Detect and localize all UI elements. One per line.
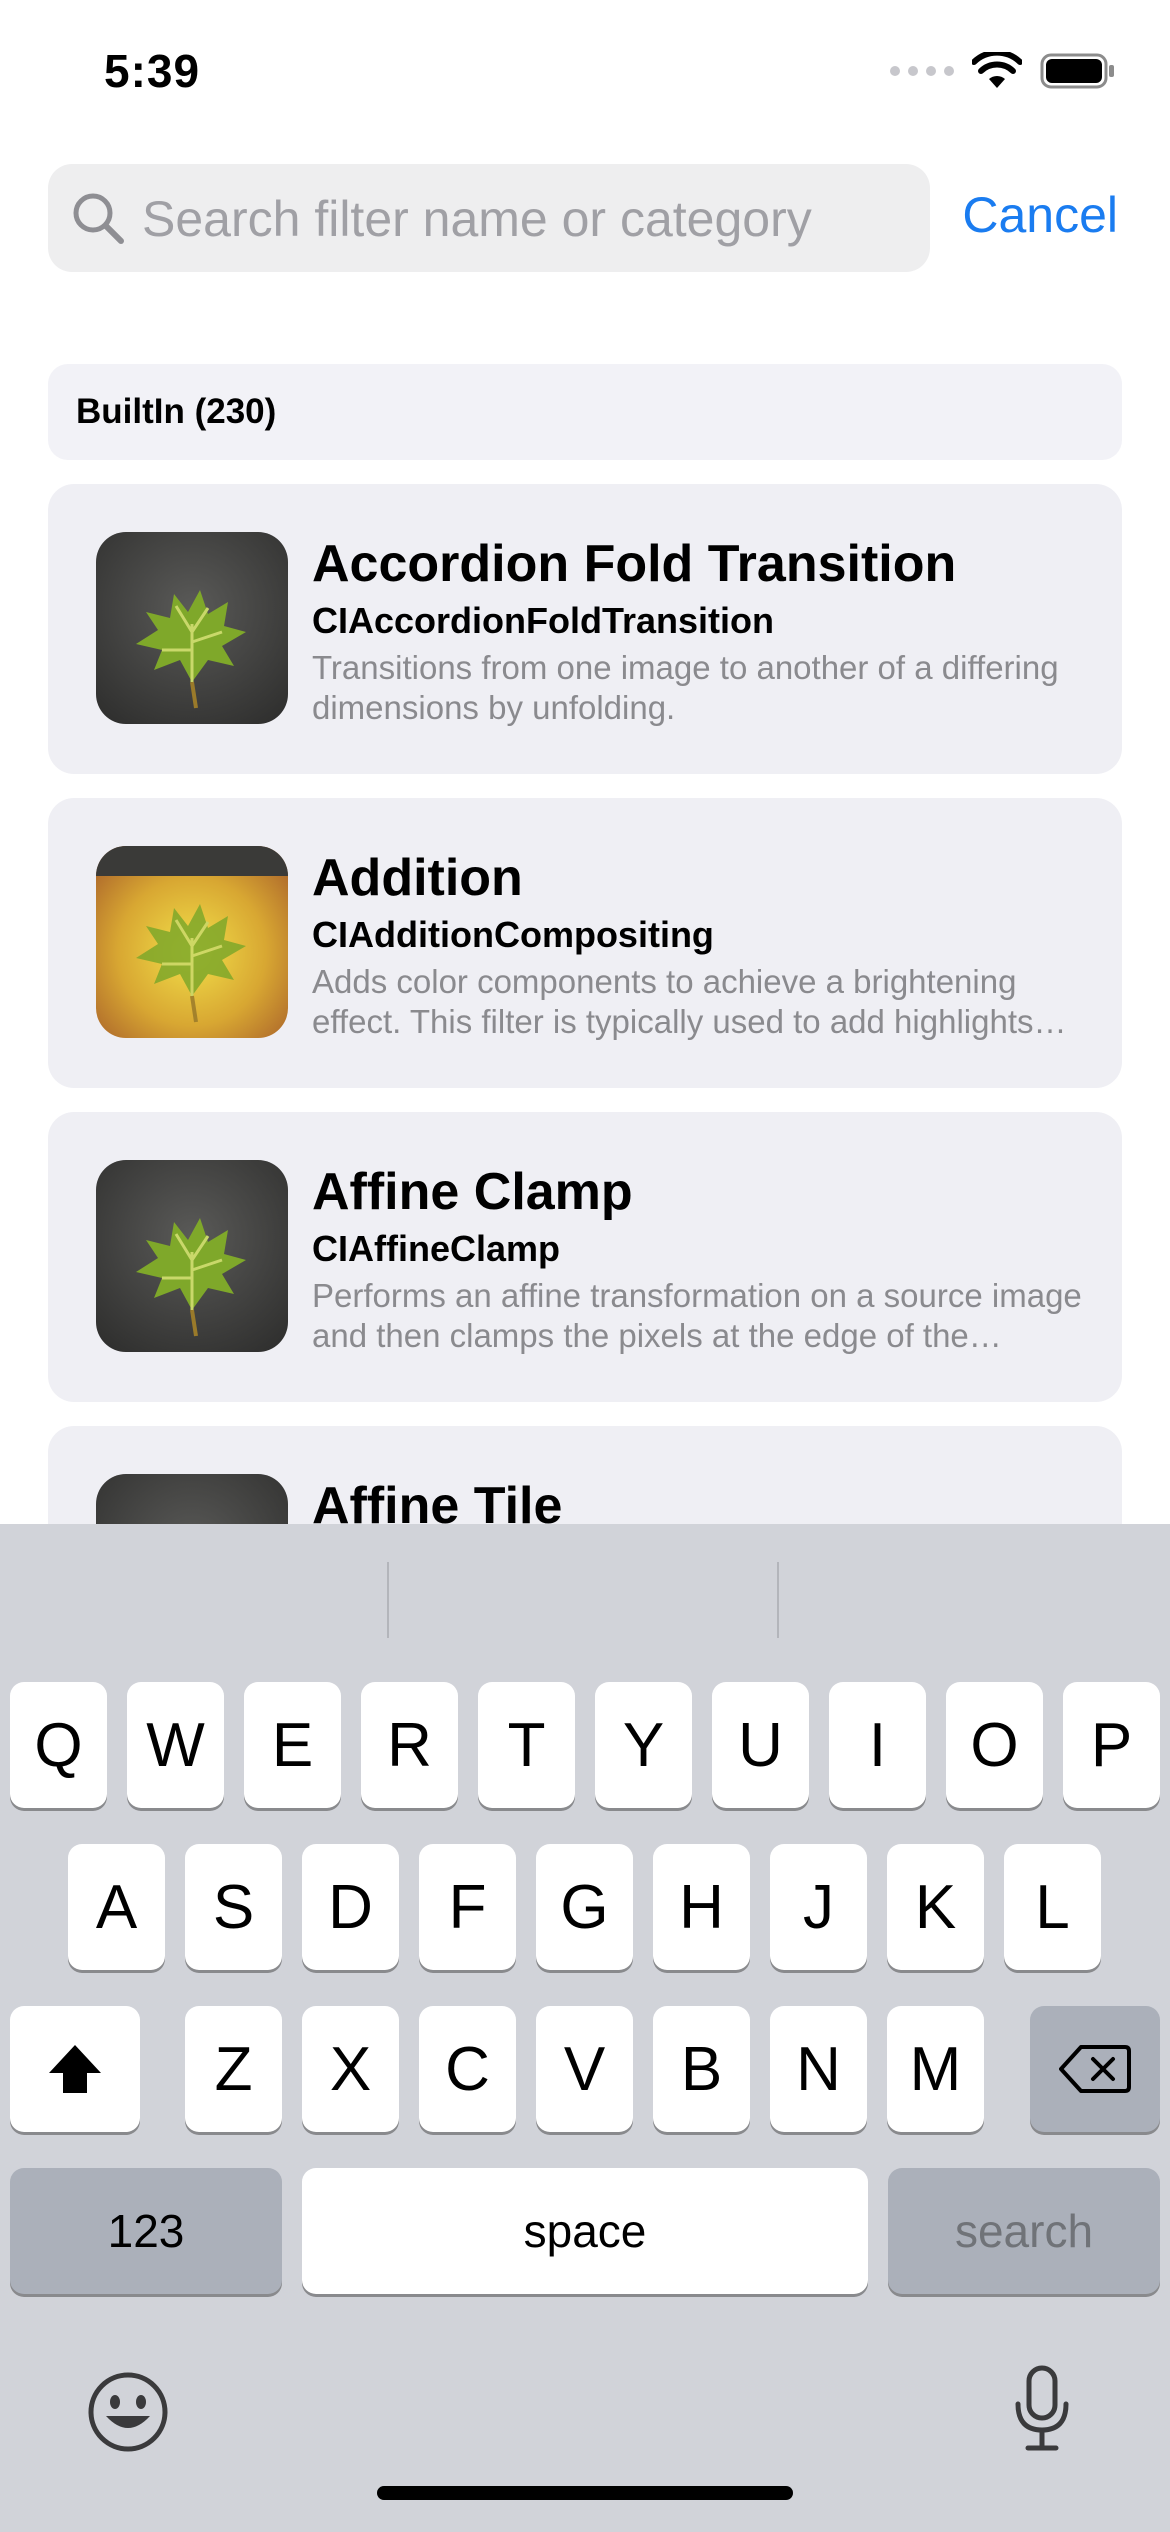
- key-n[interactable]: N: [770, 2006, 867, 2132]
- search-input[interactable]: [140, 164, 904, 274]
- delete-icon: [1059, 2045, 1131, 2093]
- key-e[interactable]: E: [244, 1682, 341, 1808]
- cancel-button[interactable]: Cancel: [962, 186, 1118, 244]
- suggestion-divider: [777, 1562, 779, 1638]
- filter-thumbnail: [96, 1160, 288, 1352]
- filter-name: Affine Clamp: [312, 1163, 633, 1221]
- filter-name: Affine Tile: [312, 1477, 563, 1524]
- filter-name: Accordion Fold Transition: [312, 535, 957, 593]
- filter-card[interactable]: Affine Clamp CIAffineClamp Performs an a…: [48, 1112, 1122, 1402]
- status-time: 5:39: [104, 45, 201, 97]
- keyboard: Q W E R T Y U I O P A S D F G H J K L Z …: [0, 1524, 1170, 2532]
- filter-class-name: CIAdditionCompositing: [312, 914, 714, 955]
- filter-thumbnail: [96, 1474, 288, 1524]
- key-r[interactable]: R: [361, 1682, 458, 1808]
- wifi-icon: [972, 52, 1022, 88]
- key-w[interactable]: W: [127, 1682, 224, 1808]
- battery-icon: [1040, 53, 1114, 89]
- filter-thumbnail: [96, 846, 288, 1038]
- key-f[interactable]: F: [419, 1844, 516, 1970]
- filter-card[interactable]: Affine Tile: [48, 1426, 1122, 1524]
- key-o[interactable]: O: [946, 1682, 1043, 1808]
- key-v[interactable]: V: [536, 2006, 633, 2132]
- filter-class-name: CIAccordionFoldTransition: [312, 600, 775, 641]
- status-icons: [890, 52, 1116, 90]
- key-i[interactable]: I: [829, 1682, 926, 1808]
- filter-description: Transitions from one image to another of…: [312, 649, 1059, 726]
- key-h[interactable]: H: [653, 1844, 750, 1970]
- emoji-icon[interactable]: [86, 2370, 170, 2454]
- microphone-icon[interactable]: [1012, 2364, 1072, 2454]
- delete-key[interactable]: [1030, 2006, 1160, 2132]
- key-z[interactable]: Z: [185, 2006, 282, 2132]
- cellular-signal-icon: [890, 66, 954, 76]
- key-p[interactable]: P: [1063, 1682, 1160, 1808]
- filter-name: Addition: [312, 849, 523, 907]
- key-x[interactable]: X: [302, 2006, 399, 2132]
- filter-card[interactable]: Addition CIAdditionCompositing Adds colo…: [48, 798, 1122, 1088]
- filter-card[interactable]: Accordion Fold Transition CIAccordionFol…: [48, 484, 1122, 774]
- key-l[interactable]: L: [1004, 1844, 1101, 1970]
- key-s[interactable]: S: [185, 1844, 282, 1970]
- search-icon: [73, 193, 124, 244]
- filter-description: Performs an affine transformation on a s…: [312, 1277, 1082, 1354]
- key-a[interactable]: A: [68, 1844, 165, 1970]
- space-key[interactable]: space: [302, 2168, 868, 2294]
- key-b[interactable]: B: [653, 2006, 750, 2132]
- key-u[interactable]: U: [712, 1682, 809, 1808]
- shift-icon: [49, 2045, 101, 2093]
- filter-description: Adds color components to achieve a brigh…: [312, 963, 1034, 1040]
- key-c[interactable]: C: [419, 2006, 516, 2132]
- status-bar: 5:39: [0, 0, 1170, 150]
- numbers-key[interactable]: 123: [10, 2168, 282, 2294]
- section-title: BuiltIn (230): [76, 392, 277, 431]
- filter-list[interactable]: Accordion Fold Transition CIAccordionFol…: [48, 484, 1122, 1524]
- key-j[interactable]: J: [770, 1844, 867, 1970]
- key-d[interactable]: D: [302, 1844, 399, 1970]
- key-g[interactable]: G: [536, 1844, 633, 1970]
- key-t[interactable]: T: [478, 1682, 575, 1808]
- search-key[interactable]: search: [888, 2168, 1160, 2294]
- key-y[interactable]: Y: [595, 1682, 692, 1808]
- shift-key[interactable]: [10, 2006, 140, 2132]
- section-header: BuiltIn (230): [48, 364, 1122, 460]
- key-q[interactable]: Q: [10, 1682, 107, 1808]
- suggestion-divider: [387, 1562, 389, 1638]
- key-k[interactable]: K: [887, 1844, 984, 1970]
- home-indicator[interactable]: [377, 2486, 793, 2500]
- search-field[interactable]: [48, 164, 930, 274]
- filter-class-name: CIAffineClamp: [312, 1228, 561, 1269]
- key-m[interactable]: M: [887, 2006, 984, 2132]
- filter-thumbnail: [96, 532, 288, 724]
